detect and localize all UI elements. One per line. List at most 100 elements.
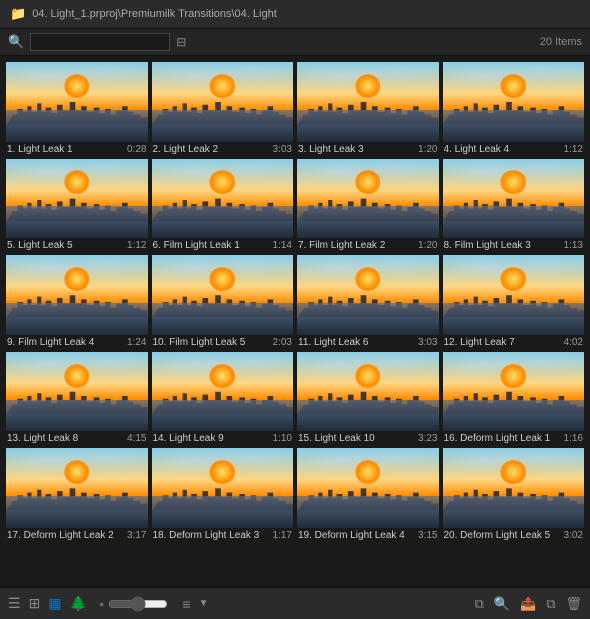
item-name: 7. Film Light Leak 2: [298, 240, 385, 251]
item-label: 1. Light Leak 1 0:28: [6, 144, 148, 155]
grid-item[interactable]: 15. Light Leak 103:23: [297, 352, 439, 445]
grid-item[interactable]: 1. Light Leak 1 0:28: [6, 62, 148, 155]
item-label: 9. Film Light Leak 4 1:24: [6, 337, 148, 348]
filter-icon[interactable]: ⊟: [176, 35, 186, 49]
thumbnail: [6, 352, 148, 432]
thumbnail: [443, 448, 585, 528]
item-label: 17. Deform Light Leak 23:17: [6, 530, 148, 541]
grid-item[interactable]: 12. Light Leak 74:02: [443, 255, 585, 348]
slider-min-icon: ●: [99, 599, 104, 609]
item-duration: 1:10: [273, 433, 292, 444]
item-duration: 3:03: [418, 337, 437, 348]
item-name: 15. Light Leak 10: [298, 433, 375, 444]
extract-icon[interactable]: 📤: [520, 596, 536, 612]
item-duration: 0:28: [127, 144, 146, 155]
tile-view-icon[interactable]: ▦: [48, 595, 61, 612]
item-duration: 1:14: [273, 240, 292, 251]
thumbnail: [6, 62, 148, 142]
search-input[interactable]: [30, 33, 170, 51]
grid-item[interactable]: 9. Film Light Leak 4 1:24: [6, 255, 148, 348]
item-name: 8. Film Light Leak 3: [444, 240, 531, 251]
item-duration: 3:02: [564, 530, 583, 541]
item-name: 19. Deform Light Leak 4: [298, 530, 405, 541]
delete-icon[interactable]: 🗑: [565, 596, 582, 612]
panel-icon[interactable]: ⧉: [546, 596, 555, 612]
item-name: 2. Light Leak 2: [153, 144, 219, 155]
item-label: 14. Light Leak 9 1:10: [152, 433, 294, 444]
item-name: 3. Light Leak 3: [298, 144, 364, 155]
thumbnail: [152, 448, 294, 528]
thumbnail: [443, 352, 585, 432]
bottom-right-actions: ⧉ 🔍 📤 ⧉ 🗑: [475, 596, 582, 612]
thumbnail: [6, 255, 148, 335]
stacked-icon[interactable]: ⧉: [475, 596, 484, 612]
grid-item[interactable]: 7. Film Light Leak 21:20: [297, 159, 439, 252]
grid-item[interactable]: 16. Deform Light Leak 11:16: [443, 352, 585, 445]
item-label: 4. Light Leak 41:12: [443, 144, 585, 155]
tree-view-icon[interactable]: 🌲: [70, 595, 87, 612]
grid-item[interactable]: 19. Deform Light Leak 4 3:15: [297, 448, 439, 541]
grid-item[interactable]: 13. Light Leak 84:15: [6, 352, 148, 445]
thumbnail: [443, 159, 585, 239]
item-duration: 1:20: [418, 144, 437, 155]
item-name: 1. Light Leak 1: [7, 144, 73, 155]
grid-item[interactable]: 8. Film Light Leak 3 1:13: [443, 159, 585, 252]
menu-icon[interactable]: ≡: [182, 596, 190, 612]
item-name: 12. Light Leak 7: [444, 337, 515, 348]
thumbnail: [297, 159, 439, 239]
item-duration: 1:13: [564, 240, 583, 251]
thumbnail: [443, 255, 585, 335]
search-icon: 🔍: [8, 34, 24, 50]
grid-item[interactable]: 4. Light Leak 41:12: [443, 62, 585, 155]
item-label: 15. Light Leak 103:23: [297, 433, 439, 444]
item-name: 20. Deform Light Leak 5: [444, 530, 551, 541]
search-bar: 🔍 ⊟ 20 Items: [0, 29, 590, 56]
grid-item[interactable]: 2. Light Leak 2 3:03: [152, 62, 294, 155]
item-duration: 3:03: [273, 144, 292, 155]
item-label: 16. Deform Light Leak 11:16: [443, 433, 585, 444]
grid-item[interactable]: 5. Light Leak 51:12: [6, 159, 148, 252]
item-label: 2. Light Leak 2 3:03: [152, 144, 294, 155]
thumbnail: [6, 159, 148, 239]
grid-item[interactable]: 6. Film Light Leak 1 1:14: [152, 159, 294, 252]
item-label: 12. Light Leak 74:02: [443, 337, 585, 348]
dropdown-icon[interactable]: ▼: [199, 598, 209, 609]
thumbnail: [152, 352, 294, 432]
list-view-icon[interactable]: ☰: [8, 595, 21, 612]
thumbnail: [297, 448, 439, 528]
item-count: 20 Items: [540, 36, 582, 48]
grid-item[interactable]: 3. Light Leak 3 1:20: [297, 62, 439, 155]
size-slider-wrap: ●: [99, 596, 168, 612]
thumbnail: [297, 352, 439, 432]
item-duration: 1:24: [127, 337, 146, 348]
grid-item[interactable]: 11. Light Leak 63:03: [297, 255, 439, 348]
grid-item[interactable]: 10. Film Light Leak 52:03: [152, 255, 294, 348]
thumbnail: [152, 159, 294, 239]
item-label: 11. Light Leak 63:03: [297, 337, 439, 348]
item-label: 7. Film Light Leak 21:20: [297, 240, 439, 251]
grid-item[interactable]: 20. Deform Light Leak 5 3:02: [443, 448, 585, 541]
search-bottom-icon[interactable]: 🔍: [494, 596, 510, 612]
item-label: 18. Deform Light Leak 31:17: [152, 530, 294, 541]
thumbnail: [297, 62, 439, 142]
item-label: 20. Deform Light Leak 5 3:02: [443, 530, 585, 541]
grid-item[interactable]: 14. Light Leak 9 1:10: [152, 352, 294, 445]
grid-view-icon[interactable]: ⊞: [29, 595, 41, 612]
item-name: 6. Film Light Leak 1: [153, 240, 240, 251]
grid-item[interactable]: 17. Deform Light Leak 23:17: [6, 448, 148, 541]
item-duration: 1:12: [127, 240, 146, 251]
item-label: 5. Light Leak 51:12: [6, 240, 148, 251]
item-label: 19. Deform Light Leak 4 3:15: [297, 530, 439, 541]
item-duration: 3:15: [418, 530, 437, 541]
item-label: 8. Film Light Leak 3 1:13: [443, 240, 585, 251]
item-name: 9. Film Light Leak 4: [7, 337, 94, 348]
item-label: 3. Light Leak 3 1:20: [297, 144, 439, 155]
grid-item[interactable]: 18. Deform Light Leak 31:17: [152, 448, 294, 541]
item-name: 18. Deform Light Leak 3: [153, 530, 260, 541]
folder-icon: 📁: [10, 6, 26, 22]
item-duration: 1:16: [564, 433, 583, 444]
item-label: 13. Light Leak 84:15: [6, 433, 148, 444]
item-label: 6. Film Light Leak 1 1:14: [152, 240, 294, 251]
size-slider[interactable]: [108, 596, 168, 612]
item-name: 14. Light Leak 9: [153, 433, 224, 444]
